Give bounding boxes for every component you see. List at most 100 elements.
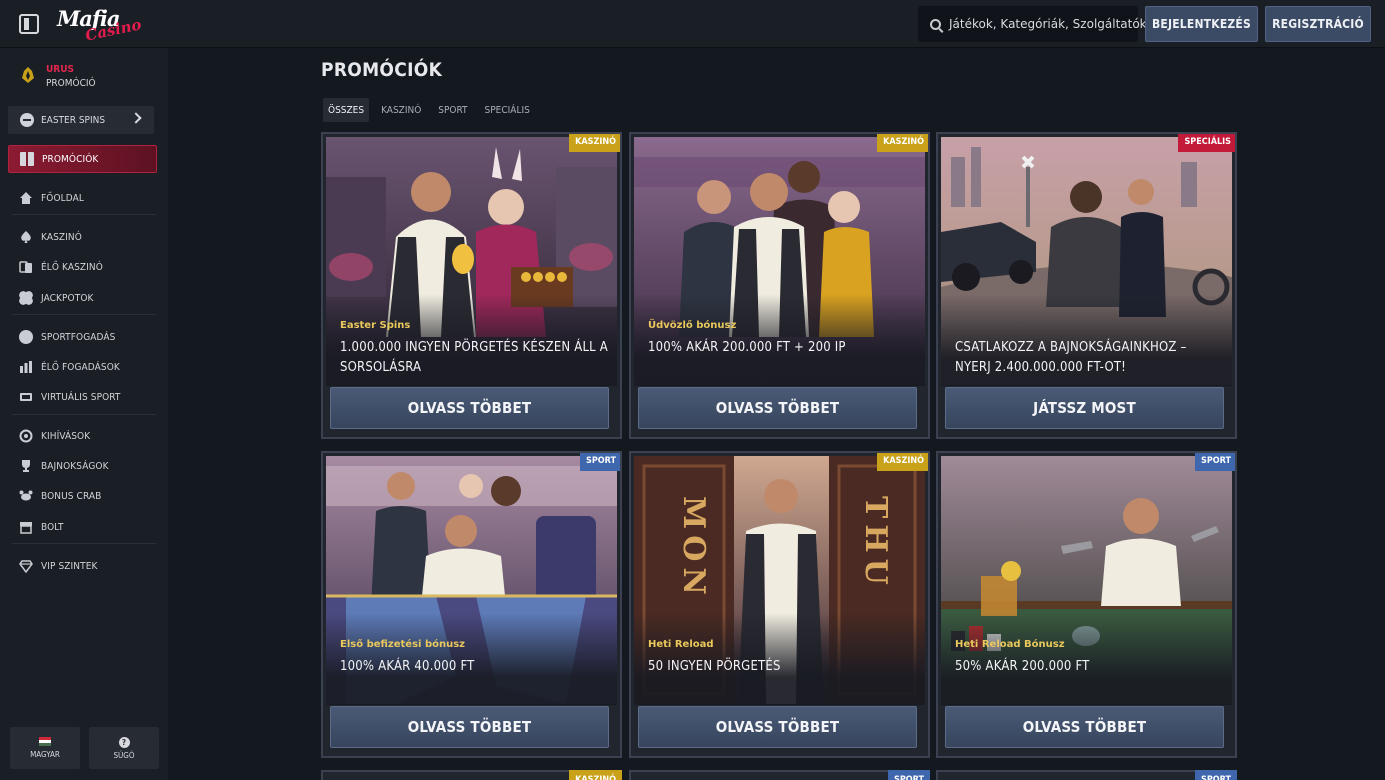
search-icon [930, 18, 941, 30]
sidebar-item-sportfogadas[interactable]: SPORTFOGADÁS [8, 325, 158, 349]
home-icon [20, 192, 32, 204]
card-title: CSATLAKOZZ A BAJNOKSÁGAINKHOZ – NYERJ 2.… [955, 340, 1187, 375]
crab-icon [19, 490, 33, 501]
card-title: 100% AKÁR 200.000 FT + 200 IP [648, 340, 846, 355]
easter-egg-icon [20, 113, 34, 127]
hungary-flag-icon [39, 737, 51, 746]
sidebar-item-label: BOLT [41, 521, 64, 533]
category-badge: SPORT [887, 770, 930, 780]
shop-icon [20, 522, 32, 534]
language-button[interactable]: MAGYAR [10, 727, 80, 769]
promo-card[interactable]: KASZINÓ Üdvözlő bónusz 100% AKÁR 200.000… [629, 132, 930, 439]
register-button[interactable]: REGISZTRÁCIÓ [1265, 6, 1371, 42]
card-title: 50 INGYEN PÖRGETÉS [648, 659, 781, 674]
sidebar-item-label: JACKPOTOK [41, 292, 94, 304]
language-label: MAGYAR [30, 750, 60, 759]
sidebar-item-elo-kaszino[interactable]: ÉLŐ KASZINÓ [8, 255, 158, 279]
card-subtitle: Üdvözlő bónusz [648, 320, 737, 331]
login-button[interactable]: BEJELENTKEZÉS [1145, 6, 1258, 42]
sidebar-item-label: ÉLŐ KASZINÓ [41, 261, 103, 273]
card-subtitle: Easter Spins [340, 320, 411, 331]
card-title: 1.000.000 INGYEN PÖRGETÉS KÉSZEN ÁLL A S… [340, 340, 608, 375]
sidebar-item-bonus-crab[interactable]: BONUS CRAB [8, 484, 158, 508]
sidebar-item-label: ÉLŐ FOGADÁSOK [41, 361, 120, 373]
promo-card[interactable]: SPORT Heti Reload Bónusz 50% AKÁR 200.00… [936, 451, 1237, 758]
live-casino-icon [19, 261, 32, 273]
sidebar-item-label: PROMÓCIÓK [42, 153, 99, 165]
sidebar-item-label: VIP SZINTEK [41, 560, 98, 572]
gift-icon [20, 152, 34, 166]
door-letters-left: MON [676, 496, 711, 601]
promo-card[interactable]: KASZINÓ Easter Spins 1.000.000 INGYEN PÖ… [321, 132, 622, 439]
category-badge: SPORT [1194, 770, 1237, 780]
category-badge: SPORT [1194, 453, 1235, 471]
mafia-casino-logo[interactable]: Mafia Casino [55, 4, 143, 45]
sidebar: URUS PROMÓCIÓ EASTER SPINS PROMÓCIÓK FŐO… [0, 48, 168, 780]
category-badge: SPORT [579, 453, 620, 471]
promo-card[interactable]: SPECIÁLIS CSATLAKOZZ A BAJNOKSÁGAINKHOZ … [936, 132, 1237, 439]
promo-card[interactable]: MON THU KASZINÓ Heti Reload 50 INGYEN PÖ… [629, 451, 930, 758]
tab-osszes[interactable]: ÖSSZES [323, 98, 370, 122]
virtual-sport-icon [20, 393, 32, 401]
sidebar-item-label: KIHÍVÁSOK [41, 430, 91, 442]
promo-card-peek[interactable]: KASZINÓ [321, 770, 622, 780]
help-icon: ? [118, 736, 130, 748]
read-more-button[interactable]: OLVASS TÖBBET [330, 387, 609, 429]
tab-kaszino[interactable]: KASZINÓ [376, 98, 426, 122]
promo-card[interactable]: SPORT Első befizetési bónusz 100% AKÁR 4… [321, 451, 622, 758]
category-badge: KASZINÓ [569, 770, 622, 780]
card-subtitle: Heti Reload [648, 639, 714, 650]
help-label: SÚGÓ [113, 750, 135, 760]
live-betting-icon [20, 361, 32, 373]
page-title: PROMÓCIÓK [321, 59, 443, 81]
sidebar-item-label: SPORTFOGADÁS [41, 331, 116, 343]
top-header: Mafia Casino Játékok, Kategóriák, Szolgá… [0, 0, 1385, 48]
clover-icon [19, 291, 33, 305]
sidebar-item-bolt[interactable]: BOLT [8, 515, 158, 539]
sidebar-item-label: KASZINÓ [41, 231, 82, 243]
category-badge: KASZINÓ [877, 453, 928, 471]
category-badge: SPECIÁLIS [1178, 134, 1235, 152]
tab-sport[interactable]: SPORT [433, 98, 472, 122]
promo-card-peek[interactable]: SPORT [629, 770, 930, 780]
card-title: 100% AKÁR 40.000 FT [340, 659, 475, 674]
sidebar-divider [12, 214, 156, 215]
sidebar-item-label: FŐOLDAL [41, 192, 84, 204]
play-now-button[interactable]: JÁTSSZ MOST [945, 387, 1224, 429]
sidebar-item-fooldal[interactable]: FŐOLDAL [8, 186, 158, 210]
door-letters-right: THU [858, 496, 893, 591]
urus-promo-link[interactable]: URUS PROMÓCIÓ [12, 58, 162, 94]
sidebar-item-kihivasok[interactable]: KIHÍVÁSOK [8, 424, 158, 448]
promo-line2: PROMÓCIÓ [46, 78, 96, 89]
sidebar-item-elo-fogadasok[interactable]: ÉLŐ FOGADÁSOK [8, 355, 158, 379]
diamond-icon [19, 560, 33, 573]
sidebar-item-promociok[interactable]: PROMÓCIÓK [8, 145, 157, 173]
sidebar-divider [12, 543, 156, 544]
read-more-button[interactable]: OLVASS TÖBBET [638, 706, 917, 748]
sidebar-item-label: VIRTUÁLIS SPORT [41, 391, 121, 403]
promo-line1: URUS [46, 64, 75, 75]
sidebar-item-kaszino[interactable]: KASZINÓ [8, 225, 158, 249]
sidebar-item-vip-szintek[interactable]: VIP SZINTEK [8, 554, 158, 578]
sidebar-divider [12, 314, 156, 315]
chevron-right-icon [130, 112, 142, 124]
card-title: 50% AKÁR 200.000 FT [955, 659, 1090, 674]
easter-spins-item[interactable]: EASTER SPINS [8, 106, 154, 134]
read-more-button[interactable]: OLVASS TÖBBET [638, 387, 917, 429]
tab-specialis[interactable]: SPECIÁLIS [480, 98, 535, 122]
sidebar-item-virtualis-sport[interactable]: VIRTUÁLIS SPORT [8, 385, 158, 409]
sidebar-item-bajnoksagok[interactable]: BAJNOKSÁGOK [8, 454, 158, 478]
read-more-button[interactable]: OLVASS TÖBBET [945, 706, 1224, 748]
sidebar-item-label: BAJNOKSÁGOK [41, 460, 109, 472]
sidebar-divider [12, 414, 156, 415]
promo-card-peek[interactable]: SPORT [936, 770, 1237, 780]
sidebar-toggle-icon[interactable] [19, 14, 39, 34]
challenge-icon [19, 429, 33, 443]
card-subtitle: Heti Reload Bónusz [955, 639, 1065, 650]
help-button[interactable]: ? SÚGÓ [89, 727, 159, 769]
sidebar-item-jackpotok[interactable]: JACKPOTOK [8, 286, 158, 310]
promo-filter-tabs: ÖSSZES KASZINÓ SPORT SPECIÁLIS [323, 98, 542, 122]
card-subtitle: Első befizetési bónusz [340, 639, 465, 650]
search-input[interactable]: Játékok, Kategóriák, Szolgáltatók [918, 6, 1147, 42]
read-more-button[interactable]: OLVASS TÖBBET [330, 706, 609, 748]
